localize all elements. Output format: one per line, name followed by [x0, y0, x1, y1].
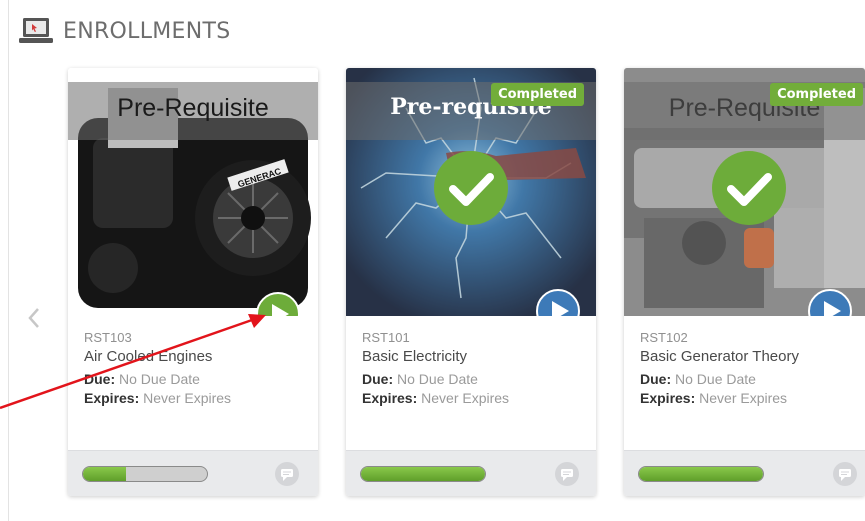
checkmark-icon	[711, 151, 786, 225]
expires-value: Never Expires	[699, 390, 788, 406]
chat-icon[interactable]	[554, 461, 580, 487]
due-value: No Due Date	[397, 371, 478, 387]
expires-label: Expires:	[362, 390, 418, 406]
expires-label: Expires:	[84, 390, 140, 406]
course-card[interactable]: GENERAC Pre-Requisite RST103 Air Cooled …	[68, 68, 318, 496]
play-icon[interactable]	[256, 292, 300, 316]
expires-line: Expires: Never Expires	[640, 390, 855, 406]
due-line: Due: No Due Date	[84, 371, 308, 387]
expires-value: Never Expires	[421, 390, 510, 406]
due-label: Due:	[84, 371, 116, 387]
course-title[interactable]: Air Cooled Engines	[84, 348, 308, 365]
completed-badge: Completed	[491, 83, 584, 106]
course-info: RST101 Basic Electricity Due: No Due Dat…	[362, 330, 586, 409]
chat-icon[interactable]	[832, 461, 858, 487]
due-label: Due:	[640, 371, 672, 387]
course-title[interactable]: Basic Electricity	[362, 348, 586, 365]
course-thumbnail[interactable]: Pre-Requisite Completed	[624, 68, 865, 316]
due-label: Due:	[362, 371, 394, 387]
section-header: ENROLLMENTS	[19, 14, 231, 48]
laptop-icon	[19, 18, 53, 43]
progress-bar	[638, 466, 764, 482]
card-footer	[68, 450, 318, 496]
progress-fill	[361, 467, 485, 481]
course-thumbnail[interactable]: Pre-requisite Completed	[346, 68, 596, 316]
course-code: RST103	[84, 330, 132, 345]
course-card[interactable]: Pre-requisite Completed RST101 Basic Ele…	[346, 68, 596, 496]
due-line: Due: No Due Date	[640, 371, 855, 387]
due-line: Due: No Due Date	[362, 371, 586, 387]
due-value: No Due Date	[675, 371, 756, 387]
course-code: RST102	[640, 330, 688, 345]
play-icon[interactable]	[536, 289, 580, 316]
progress-bar	[82, 466, 208, 482]
card-footer	[346, 450, 596, 496]
progress-bar	[360, 466, 486, 482]
course-code: RST101	[362, 330, 410, 345]
prerequisite-label: Pre-Requisite	[117, 94, 269, 122]
card-footer	[624, 450, 865, 496]
checkmark-icon	[434, 151, 508, 225]
completed-badge: Completed	[770, 83, 863, 106]
expires-label: Expires:	[640, 390, 696, 406]
play-icon[interactable]	[808, 289, 852, 316]
expires-line: Expires: Never Expires	[84, 390, 308, 406]
course-info: RST102 Basic Generator Theory Due: No Du…	[640, 330, 855, 409]
chevron-left-icon[interactable]	[27, 306, 41, 330]
expires-line: Expires: Never Expires	[362, 390, 586, 406]
progress-fill	[83, 467, 127, 481]
course-title[interactable]: Basic Generator Theory	[640, 348, 855, 365]
due-value: No Due Date	[119, 371, 200, 387]
expires-value: Never Expires	[143, 390, 232, 406]
chat-icon[interactable]	[274, 461, 300, 487]
section-title: ENROLLMENTS	[63, 18, 231, 44]
course-info: RST103 Air Cooled Engines Due: No Due Da…	[84, 330, 308, 409]
progress-fill	[639, 467, 763, 481]
course-thumbnail[interactable]: GENERAC Pre-Requisite	[68, 68, 318, 316]
course-card[interactable]: Pre-Requisite Completed RST102 Basic Gen…	[624, 68, 865, 496]
